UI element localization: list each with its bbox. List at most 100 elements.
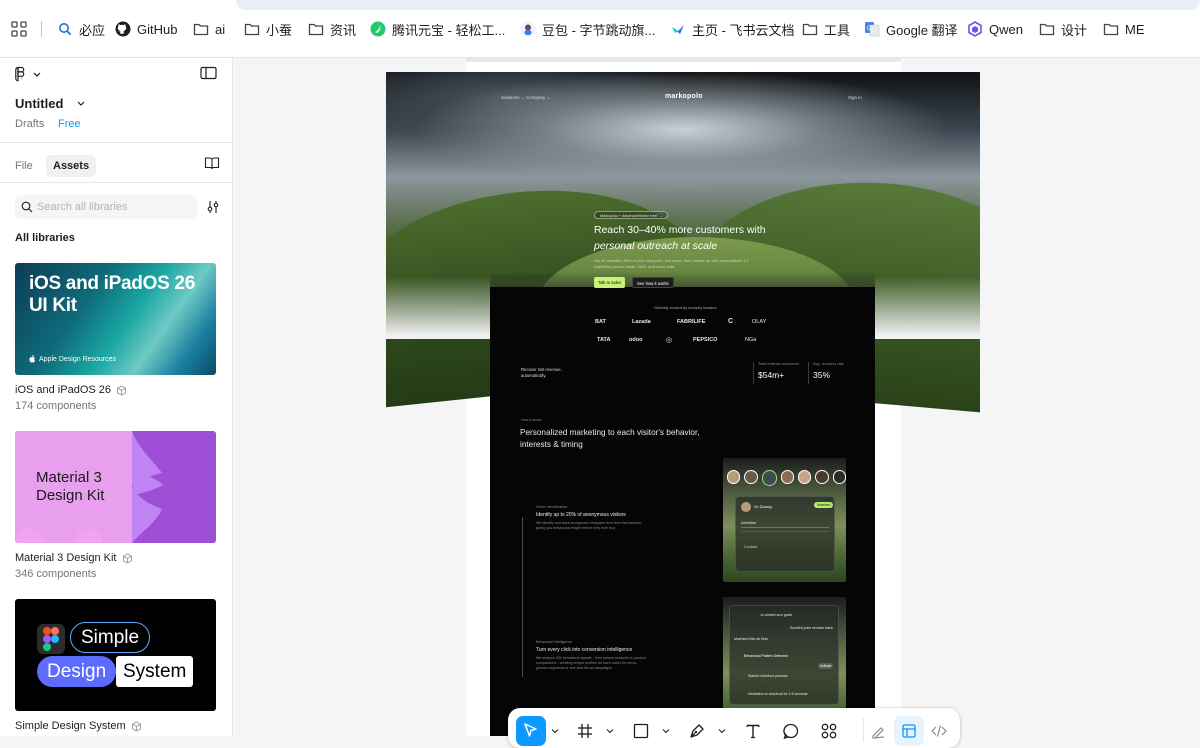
stat-label: Total revenue recovered (758, 362, 799, 366)
bookmark-folder-ai[interactable]: ai (193, 20, 225, 38)
frame-tool-button[interactable] (570, 716, 600, 746)
shape-tool-button[interactable] (626, 716, 656, 746)
brand-logo[interactable]: markopolo (665, 93, 703, 100)
bookmark-folder-design[interactable]: 设计 (1039, 20, 1087, 38)
main-menu-button[interactable] (14, 66, 44, 84)
file-location[interactable]: Drafts (15, 118, 44, 130)
text-icon (744, 722, 762, 740)
bookmark-label: 必应 (79, 20, 105, 39)
chevron-down-icon[interactable] (551, 727, 559, 735)
bookmark-folder-tools[interactable]: 工具 (802, 20, 850, 38)
bookmark-google-translate[interactable]: G Google 翻译 (864, 20, 958, 38)
section-title: All libraries (15, 232, 75, 244)
pen-tool-button[interactable] (682, 716, 712, 746)
feature-kicker: Behavioral Intelligence (536, 640, 572, 644)
design-mode-button[interactable] (894, 716, 924, 746)
activities-label: Activities (741, 521, 756, 525)
brand-logo-bat: BAT (595, 319, 606, 325)
filter-sliders-icon[interactable] (206, 200, 220, 214)
bookmark-label: Qwen (989, 22, 1023, 37)
library-component-count: 174 components (15, 400, 96, 412)
pen-icon (688, 722, 706, 740)
bookmark-label: 腾讯元宝 - 轻松工... (392, 20, 505, 39)
bookmark-label: ai (215, 22, 225, 37)
bookmark-folder-xiaocan[interactable]: 小蚕 (244, 20, 292, 38)
avatar (741, 502, 751, 512)
toggle-sidebar-button[interactable] (200, 66, 218, 80)
bookmark-qwen[interactable]: Qwen (967, 20, 1023, 38)
divider (0, 182, 233, 183)
chevron-down-icon[interactable] (606, 727, 614, 735)
plan-badge[interactable]: Free (58, 118, 81, 130)
see-how-it-works-button[interactable]: See how it works (632, 277, 674, 288)
library-thumbnail-ios[interactable]: iOS and iPadOS 26 UI Kit Apple Design Re… (15, 263, 216, 375)
google-translate-icon: G (864, 21, 880, 37)
brand-logo-odoo: odoo (629, 337, 642, 343)
search-icon (21, 201, 33, 213)
library-book-icon[interactable] (204, 156, 220, 170)
folder-icon (1039, 21, 1055, 37)
avatar (744, 470, 757, 484)
bookmark-yuanbao[interactable]: 腾讯元宝 - 轻松工... (370, 20, 505, 38)
search-icon (57, 21, 73, 37)
library-name[interactable]: Simple Design System (15, 720, 142, 732)
talk-to-sales-button[interactable]: Talk to sales (594, 277, 625, 288)
brand-logo-nga: NGa (745, 337, 756, 343)
avatar-row (723, 470, 846, 490)
brand-logo-emblem: ◎ (666, 336, 672, 344)
brand-logo-c: C (728, 318, 733, 325)
recover-text: Recover lost revenue, automatically. (521, 367, 581, 378)
nav-solutions[interactable]: Solutions ⌄ (501, 95, 525, 101)
bookmark-bing[interactable]: 必应 (57, 20, 105, 38)
tab-file[interactable]: File (8, 155, 40, 177)
move-tool-button[interactable] (516, 716, 546, 746)
stat-value: 35% (813, 370, 830, 380)
nav-company[interactable]: Company ⌄ (526, 95, 550, 101)
library-name-label: Material 3 Design Kit (15, 552, 117, 564)
avatar (727, 470, 740, 484)
activity-feed-card: Jo viewed size guide Scrolled price revi… (729, 605, 839, 705)
sidebar-icon (200, 66, 218, 80)
comment-tool-button[interactable] (776, 716, 806, 746)
tab-assets[interactable]: Assets (46, 155, 96, 177)
canvas-top-strip (466, 58, 901, 62)
chevron-down-icon[interactable] (77, 101, 85, 107)
feature-screenshot[interactable]: Vo Duong Matched Activities Contact (723, 458, 846, 582)
feature-description: We identify and track anonymous shoppers… (536, 521, 646, 531)
library-name[interactable]: Material 3 Design Kit (15, 552, 133, 564)
apps-grid-icon[interactable] (11, 21, 27, 37)
chevron-down-icon[interactable] (718, 727, 726, 735)
search-input[interactable] (37, 195, 192, 219)
bookmark-github[interactable]: GitHub (115, 20, 177, 38)
frame-hash-icon (576, 722, 594, 740)
actions-tool-button[interactable] (814, 716, 844, 746)
address-bar-edge[interactable] (236, 0, 1200, 10)
design-frame[interactable]: Solutions ⌄ Company ⌄ markopolo Sign in … (386, 72, 980, 736)
cursor-icon (522, 722, 540, 740)
chevron-down-icon[interactable] (662, 727, 670, 735)
bookmark-doubao[interactable]: 豆包 - 字节跳动旗... (520, 20, 655, 38)
dev-mode-button[interactable] (924, 716, 954, 746)
avatar (798, 470, 811, 484)
feed-line: Started checkout process (748, 674, 788, 678)
profile-name: Vo Duong (754, 504, 772, 509)
file-name[interactable]: Untitled (15, 96, 63, 111)
draw-mode-button[interactable] (863, 716, 893, 746)
feature-kicker: Visitor Identification (536, 505, 567, 509)
bookmark-folder-me[interactable]: ME (1103, 20, 1145, 38)
text-tool-button[interactable] (738, 716, 768, 746)
nav-sign-in[interactable]: Sign in (848, 95, 862, 100)
stat-divider (808, 362, 809, 384)
avatar (815, 470, 828, 484)
bookmark-folder-news[interactable]: 资讯 (308, 20, 356, 38)
library-thumbnail-material[interactable]: Material 3 Design Kit (15, 431, 216, 543)
library-name[interactable]: iOS and iPadOS 26 (15, 384, 127, 396)
library-search[interactable] (15, 195, 197, 219)
hero-badge[interactable]: Markopolo + AdvancedVisitor Intel → (594, 211, 668, 219)
canvas[interactable]: Solutions ⌄ Company ⌄ markopolo Sign in … (233, 58, 1200, 736)
bookmark-feishu[interactable]: 主页 - 飞书云文档 (670, 20, 795, 38)
thumbnail-title: Material 3 Design Kit (36, 469, 136, 505)
thumbnail-badge-label: Apple Design Resources (39, 356, 116, 363)
library-thumbnail-simple[interactable]: Simple Design System (15, 599, 216, 711)
library-cube-icon (131, 721, 142, 732)
